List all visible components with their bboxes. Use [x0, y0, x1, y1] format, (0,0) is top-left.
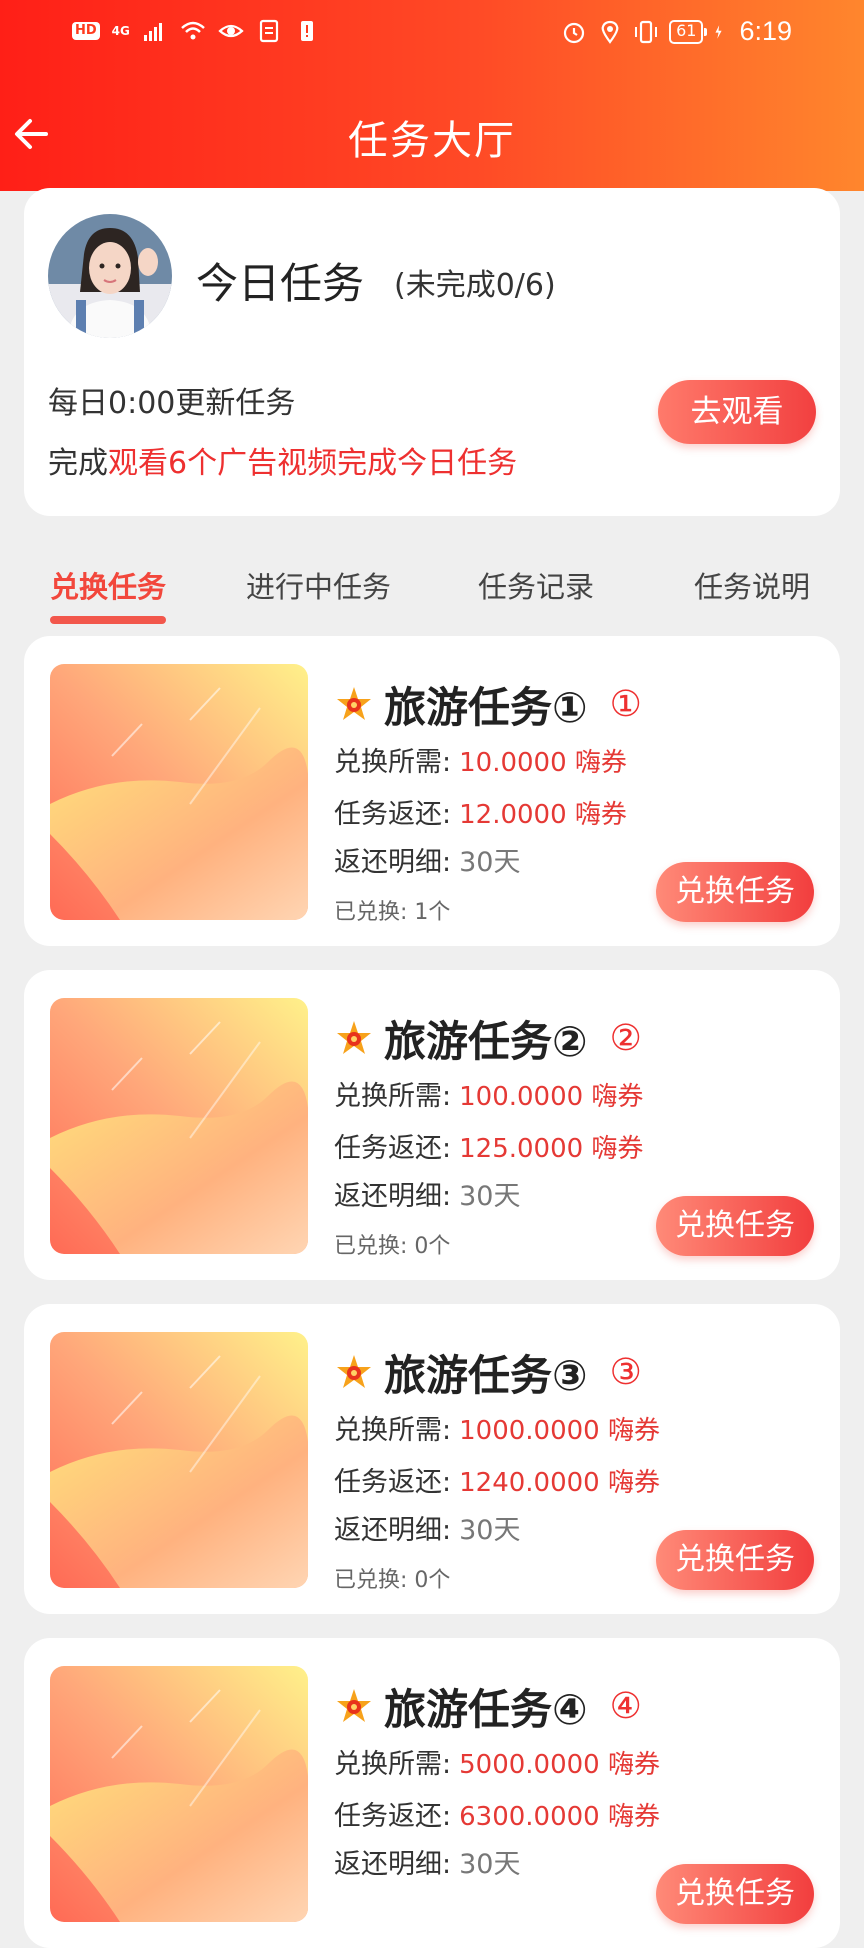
tab-in-progress[interactable]: 进行中任务	[246, 564, 391, 606]
today-task-title: 今日任务	[196, 259, 365, 308]
cost-row: 兑换所需: 10.0000 嗨券	[334, 740, 627, 779]
star-badge-icon	[337, 1354, 371, 1388]
return-row: 任务返还: 1240.0000 嗨券	[334, 1460, 660, 1499]
signal-icon	[143, 23, 162, 41]
network-type: 4G	[111, 24, 130, 38]
detail-row: 返还明细: 30天	[334, 1842, 520, 1881]
exchange-task-button[interactable]: 兑换任务	[656, 862, 814, 922]
active-tab-indicator	[50, 616, 166, 624]
charging-icon	[715, 24, 723, 39]
alarm-icon	[563, 22, 585, 43]
task-name: 旅游任务①	[384, 683, 588, 732]
tab-instructions[interactable]: 任务说明	[694, 564, 810, 606]
wifi-icon	[181, 21, 205, 40]
eye-icon	[218, 24, 244, 38]
file-icon	[259, 19, 278, 43]
vibrate-icon	[635, 20, 658, 43]
exchange-task-button[interactable]: 兑换任务	[656, 1864, 814, 1924]
task-number: ①	[609, 684, 642, 725]
task-name: 旅游任务②	[384, 1017, 588, 1066]
watch-button[interactable]: 去观看	[658, 380, 816, 444]
detail-label: 返还明细:	[334, 1849, 452, 1880]
clock: 6:19	[739, 16, 792, 46]
return-label: 任务返还:	[334, 1467, 452, 1498]
cost-label: 兑换所需:	[334, 1081, 452, 1112]
complete-prefix: 完成	[48, 446, 108, 481]
complete-highlight: 观看6个广告视频完成今日任务	[108, 446, 518, 481]
exchange-task-button[interactable]: 兑换任务	[656, 1530, 814, 1590]
task-number: ③	[609, 1352, 642, 1393]
header: HD 4G 61 6:19 任务大厅	[0, 0, 864, 191]
exchanged-count: 已兑换: 0个	[334, 1568, 451, 1593]
today-task-status: (未完成0/6)	[394, 268, 556, 303]
cost-row: 兑换所需: 5000.0000 嗨券	[334, 1742, 660, 1781]
task-thumbnail	[50, 998, 308, 1254]
return-value: 1240.0000 嗨券	[459, 1468, 660, 1498]
return-label: 任务返还:	[334, 799, 452, 830]
task-card-1: 旅游任务① ① 兑换所需: 10.0000 嗨券 任务返还: 12.0000 嗨券 …	[24, 636, 840, 946]
page-title: 任务大厅	[348, 118, 516, 164]
cost-value: 1000.0000 嗨券	[459, 1416, 660, 1446]
return-value: 12.0000 嗨券	[459, 800, 627, 830]
today-task-card: 今日任务 (未完成0/6) 每日0:00更新任务 完成观看6个广告视频完成今日任…	[24, 188, 840, 516]
cost-label: 兑换所需:	[334, 1415, 452, 1446]
task-tabs: 兑换任务 进行中任务 任务记录 任务说明	[0, 560, 864, 630]
tab-records[interactable]: 任务记录	[478, 564, 594, 606]
detail-value: 30天	[459, 1849, 521, 1880]
return-label: 任务返还:	[334, 1133, 452, 1164]
detail-label: 返还明细:	[334, 1181, 452, 1212]
task-name: 旅游任务③	[384, 1351, 588, 1400]
battery-indicator: 61	[669, 19, 708, 44]
cost-value: 5000.0000 嗨券	[459, 1750, 660, 1780]
detail-value: 30天	[459, 1515, 521, 1546]
cost-value: 10.0000 嗨券	[459, 748, 627, 778]
return-row: 任务返还: 6300.0000 嗨券	[334, 1794, 660, 1833]
task-number: ②	[609, 1018, 642, 1059]
return-row: 任务返还: 12.0000 嗨券	[334, 792, 627, 831]
star-badge-icon	[337, 686, 371, 720]
location-icon	[601, 20, 619, 44]
task-thumbnail	[50, 664, 308, 920]
status-bar: HD 4G 61 6:19	[0, 0, 864, 68]
alert-battery-icon	[300, 21, 313, 41]
tab-exchange[interactable]: 兑换任务	[50, 564, 166, 606]
exchange-task-button[interactable]: 兑换任务	[656, 1196, 814, 1256]
cost-row: 兑换所需: 100.0000 嗨券	[334, 1074, 643, 1113]
return-value: 6300.0000 嗨券	[459, 1802, 660, 1832]
detail-row: 返还明细: 30天	[334, 1508, 520, 1547]
star-badge-icon	[337, 1020, 371, 1054]
task-name: 旅游任务④	[384, 1685, 588, 1734]
star-badge-icon	[337, 1688, 371, 1722]
return-label: 任务返还:	[334, 1801, 452, 1832]
cost-label: 兑换所需:	[334, 1749, 452, 1780]
task-number: ④	[609, 1686, 642, 1727]
task-card-4: 旅游任务④ ④ 兑换所需: 5000.0000 嗨券 任务返还: 6300.0000…	[24, 1638, 840, 1948]
task-card-2: 旅游任务② ② 兑换所需: 100.0000 嗨券 任务返还: 125.0000 嗨…	[24, 970, 840, 1280]
exchanged-count: 已兑换: 1个	[334, 900, 451, 925]
detail-row: 返还明细: 30天	[334, 1174, 520, 1213]
detail-row: 返还明细: 30天	[334, 840, 520, 879]
detail-label: 返还明细:	[334, 847, 452, 878]
complete-requirement: 完成观看6个广告视频完成今日任务	[48, 438, 517, 482]
avatar[interactable]	[48, 214, 172, 338]
return-row: 任务返还: 125.0000 嗨券	[334, 1126, 643, 1165]
detail-label: 返还明细:	[334, 1515, 452, 1546]
cost-label: 兑换所需:	[334, 747, 452, 778]
cost-value: 100.0000 嗨券	[459, 1082, 644, 1112]
exchanged-count: 已兑换: 0个	[334, 1234, 451, 1259]
task-thumbnail	[50, 1332, 308, 1588]
task-card-3: 旅游任务③ ③ 兑换所需: 1000.0000 嗨券 任务返还: 1240.0000…	[24, 1304, 840, 1614]
hd-badge: HD	[72, 22, 100, 40]
return-value: 125.0000 嗨券	[459, 1134, 644, 1164]
update-time-text: 每日0:00更新任务	[48, 386, 296, 421]
task-thumbnail	[50, 1666, 308, 1922]
detail-value: 30天	[459, 847, 521, 878]
cost-row: 兑换所需: 1000.0000 嗨券	[334, 1408, 660, 1447]
detail-value: 30天	[459, 1181, 521, 1212]
